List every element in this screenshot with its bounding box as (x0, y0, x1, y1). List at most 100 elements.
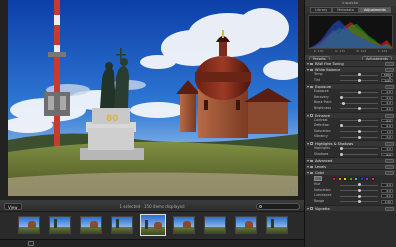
adjustment-value-field[interactable]: 0.0 (381, 124, 393, 128)
enable-checkbox[interactable] (310, 207, 313, 210)
slider-knob[interactable] (340, 147, 343, 151)
thumbnail-selected[interactable] (140, 214, 166, 236)
thumbnail[interactable] (80, 216, 102, 234)
slider-knob[interactable] (358, 189, 361, 193)
enable-checkbox[interactable] (310, 114, 313, 117)
tab-library[interactable]: Library (310, 7, 333, 13)
adjustment-slider[interactable] (340, 189, 378, 193)
adjustment-value-field[interactable]: 0.0 (381, 135, 393, 140)
section-action-button[interactable] (385, 206, 394, 211)
slider-knob[interactable] (358, 135, 361, 139)
color-swatch[interactable] (370, 176, 375, 181)
adjustment-value-field[interactable]: 0.0 (381, 101, 393, 106)
slider-knob[interactable] (358, 200, 361, 204)
rotate-button[interactable] (28, 241, 34, 246)
color-swatch[interactable] (343, 176, 347, 181)
disclosure-triangle-icon[interactable] (307, 86, 309, 89)
adjustment-value-field[interactable]: 0.0 (381, 95, 393, 100)
disclosure-triangle-icon[interactable] (307, 114, 309, 117)
histogram (308, 15, 393, 49)
adjustment-slider[interactable] (340, 107, 378, 111)
enable-checkbox[interactable] (310, 159, 313, 163)
slider-knob[interactable] (358, 130, 361, 134)
thumbnail[interactable] (173, 216, 195, 234)
slider-knob[interactable] (340, 96, 343, 100)
photo-image: 80 (8, 0, 298, 196)
thumbnail[interactable] (235, 216, 257, 234)
enable-checkbox[interactable] (310, 171, 313, 175)
adjustment-slider[interactable] (340, 78, 378, 82)
thumbnail[interactable] (49, 216, 71, 234)
color-well[interactable] (314, 176, 322, 182)
slider-knob[interactable] (342, 101, 346, 105)
adjustment-value-field[interactable]: 0.0 (381, 90, 393, 94)
color-swatch[interactable] (354, 176, 358, 181)
histogram-graph (309, 20, 392, 48)
adjustment-value-field[interactable]: 0.0 (381, 146, 393, 151)
slider-knob[interactable] (358, 78, 361, 82)
tab-metadata[interactable]: Metadata (332, 7, 359, 13)
enable-checkbox[interactable] (310, 62, 313, 65)
adjustment-value-field[interactable]: 5000 K (381, 73, 393, 79)
thumbnail[interactable] (18, 216, 40, 234)
slider-knob[interactable] (358, 194, 361, 198)
adjustment-slider[interactable] (340, 135, 378, 139)
thumbnail[interactable] (111, 216, 133, 234)
adjustment-value-field[interactable]: 0.0 (381, 183, 393, 187)
readout-r: R: 130 (313, 49, 324, 53)
adjustment-slider[interactable] (340, 183, 378, 187)
slider-knob[interactable] (358, 107, 361, 111)
section-header[interactable]: Vignette (305, 204, 396, 211)
color-swatch[interactable] (332, 176, 336, 181)
tab-adjustments[interactable]: Adjustments (358, 7, 391, 13)
adjustment-slider[interactable] (340, 152, 378, 156)
disclosure-triangle-icon[interactable] (307, 172, 309, 175)
slider-knob[interactable] (358, 118, 361, 122)
adjustment-value-field[interactable]: 0.0 (381, 194, 393, 199)
enable-checkbox[interactable] (310, 142, 313, 145)
disclosure-triangle-icon[interactable] (307, 63, 309, 65)
enable-checkbox[interactable] (310, 85, 313, 89)
slider-knob[interactable] (358, 183, 361, 187)
adjustment-slider[interactable] (340, 90, 378, 94)
adjustment-slider[interactable] (340, 73, 378, 77)
adjustment-slider[interactable] (340, 200, 378, 204)
adjustment-slider[interactable] (340, 147, 378, 151)
adjustment-slider[interactable] (340, 101, 378, 105)
disclosure-triangle-icon[interactable] (307, 69, 309, 71)
adjustment-value-field[interactable]: 0.00 (381, 78, 393, 83)
disclosure-triangle-icon[interactable] (307, 207, 309, 210)
color-swatch[interactable] (348, 176, 353, 181)
adjustment-value-field[interactable]: 0.0 (381, 106, 393, 111)
search-input[interactable] (256, 203, 300, 210)
slider-knob[interactable] (358, 90, 361, 94)
adjustment-value-field[interactable]: 0.0 (381, 188, 393, 193)
slider-knob[interactable] (340, 124, 343, 128)
enable-checkbox[interactable] (310, 68, 313, 71)
disclosure-triangle-icon[interactable] (307, 166, 309, 169)
disclosure-triangle-icon[interactable] (307, 160, 309, 163)
filmstrip-toolbar: View 1 selected · 150 items displayed (0, 201, 304, 212)
main-photo[interactable]: 80 (8, 0, 298, 196)
adjustment-value-field[interactable]: 1.00 (381, 199, 393, 204)
color-swatch[interactable] (337, 176, 342, 181)
adjustment-slider[interactable] (340, 124, 378, 128)
adjustment-slider[interactable] (340, 194, 378, 198)
color-swatch[interactable] (365, 176, 369, 181)
thumbnail[interactable] (204, 216, 226, 234)
slider-knob[interactable] (358, 73, 361, 77)
color-swatch[interactable] (359, 176, 364, 181)
fullscreen-icon[interactable] (290, 188, 296, 194)
disclosure-triangle-icon[interactable] (307, 142, 309, 145)
adjustment-value-field[interactable]: 0.0 (381, 152, 393, 157)
adjustment-value-field[interactable]: 0.0 (381, 118, 393, 123)
adjustment-slider[interactable] (340, 96, 378, 100)
enable-checkbox[interactable] (310, 165, 313, 169)
photo-viewer[interactable]: 80 (0, 0, 304, 200)
slider-knob[interactable] (340, 152, 343, 156)
adjustment-slider[interactable] (340, 118, 378, 122)
thumbnail[interactable] (266, 216, 288, 234)
readout-l: L: 129 (377, 49, 388, 53)
adjustment-value-field[interactable]: 1.0 (381, 129, 393, 134)
adjustment-slider[interactable] (340, 130, 378, 134)
